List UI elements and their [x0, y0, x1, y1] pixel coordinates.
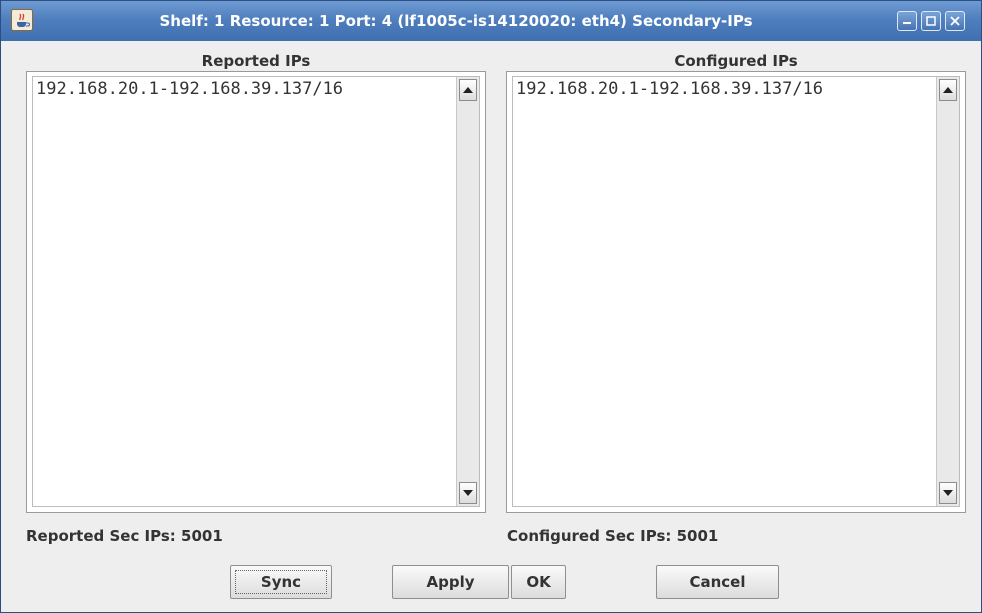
secondary-ips-dialog: Shelf: 1 Resource: 1 Port: 4 (lf1005c-is…	[0, 0, 982, 613]
configured-ips-frame: 192.168.20.1-192.168.39.137/16	[506, 71, 966, 513]
reported-ips-list[interactable]: 192.168.20.1-192.168.39.137/16	[32, 76, 480, 507]
cancel-button[interactable]: Cancel	[656, 565, 779, 599]
minimize-icon	[903, 22, 911, 24]
dialog-content: Reported IPs 192.168.20.1-192.168.39.137…	[1, 41, 981, 612]
window-title: Shelf: 1 Resource: 1 Port: 4 (lf1005c-is…	[159, 12, 753, 30]
scroll-up-button[interactable]	[459, 79, 477, 101]
configured-ips-title: Configured IPs	[674, 52, 798, 70]
scroll-up-button[interactable]	[939, 79, 957, 101]
reported-ips-scrollbar[interactable]	[456, 77, 479, 506]
list-item[interactable]: 192.168.20.1-192.168.39.137/16	[516, 79, 823, 99]
close-button[interactable]	[945, 11, 965, 31]
scroll-down-button[interactable]	[939, 482, 957, 504]
sync-button[interactable]: Sync	[230, 565, 332, 599]
reported-ips-panel: Reported IPs 192.168.20.1-192.168.39.137…	[26, 51, 486, 513]
scroll-track[interactable]	[939, 101, 957, 482]
configured-ips-scrollbar[interactable]	[936, 77, 959, 506]
apply-button[interactable]: Apply	[392, 565, 509, 599]
maximize-icon	[926, 16, 936, 26]
ok-button[interactable]: OK	[511, 565, 566, 599]
configured-ips-list[interactable]: 192.168.20.1-192.168.39.137/16	[512, 76, 960, 507]
reported-ips-title: Reported IPs	[201, 52, 311, 70]
java-cup-icon	[11, 9, 33, 31]
configured-ips-panel: Configured IPs 192.168.20.1-192.168.39.1…	[506, 51, 966, 513]
reported-sec-ips-count: Reported Sec IPs: 5001	[26, 527, 223, 545]
scroll-down-button[interactable]	[459, 482, 477, 504]
scroll-up-icon	[463, 87, 473, 93]
minimize-button[interactable]	[897, 11, 917, 31]
configured-sec-ips-count: Configured Sec IPs: 5001	[507, 527, 719, 545]
close-icon	[950, 16, 960, 26]
scroll-down-icon	[943, 490, 953, 496]
scroll-down-icon	[463, 490, 473, 496]
maximize-button[interactable]	[921, 11, 941, 31]
scroll-track[interactable]	[459, 101, 477, 482]
reported-ips-frame: 192.168.20.1-192.168.39.137/16	[26, 71, 486, 513]
title-bar[interactable]: Shelf: 1 Resource: 1 Port: 4 (lf1005c-is…	[1, 1, 981, 41]
scroll-up-icon	[943, 87, 953, 93]
list-item[interactable]: 192.168.20.1-192.168.39.137/16	[36, 79, 343, 99]
